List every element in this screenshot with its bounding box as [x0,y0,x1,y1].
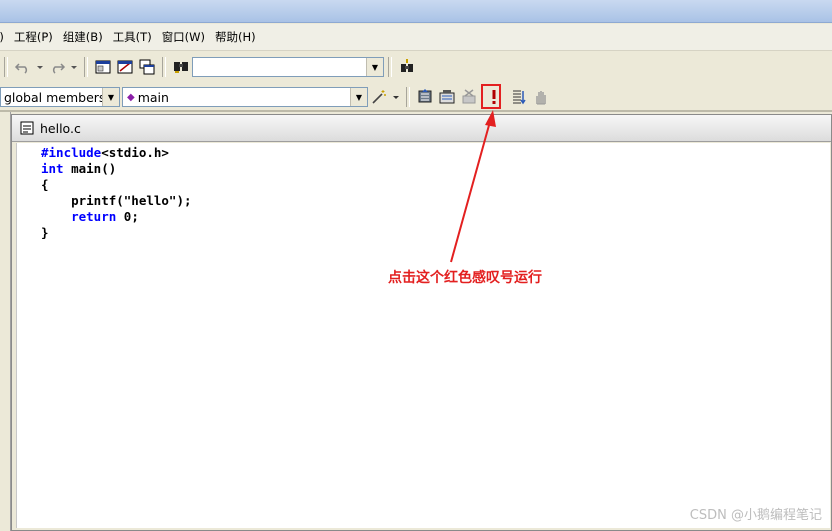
redo-button[interactable] [47,57,67,77]
output-button[interactable] [115,57,135,77]
window-list-button[interactable] [137,57,157,77]
code-line[interactable]: { [41,177,192,193]
annotation-label: 点击这个红色感叹号运行 [388,270,542,286]
menu-partial[interactable]: I) [0,30,4,44]
chevron-down-icon [71,66,77,69]
chevron-down-icon[interactable]: ▼ [350,88,367,106]
go-button[interactable] [509,87,529,107]
stop-build-button[interactable] [459,87,479,107]
scope-combo-value: global members [4,89,102,105]
code-text: printf("hello"); [41,193,192,208]
member-combo-value: main [137,89,169,105]
code-line[interactable]: printf("hello"); [41,193,192,209]
standard-toolbar: ▼ [0,54,832,80]
find-combo[interactable]: ▼ [192,57,384,77]
build-icon [439,90,455,104]
breakpoint-button[interactable] [531,87,551,107]
execute-button-highlight [481,84,501,109]
chevron-down-icon [37,66,43,69]
wizard-action-dropdown[interactable] [391,87,401,107]
workspace-icon [95,60,111,74]
method-icon: ◆ [127,91,135,103]
build-button[interactable] [437,87,457,107]
redo-dropdown[interactable] [69,57,79,77]
stop-build-icon [462,89,476,104]
code-keyword: return [71,209,117,224]
editor-gutter [17,143,39,528]
toolbar-separator [4,57,8,77]
menu-build[interactable]: 组建(B) [63,29,103,45]
editor-filename: hello.c [40,120,81,136]
scope-combo[interactable]: global members ▼ [0,87,120,107]
wizard-action-button[interactable] [369,87,389,107]
find-in-files-button[interactable] [171,57,191,77]
code-editor[interactable]: #include<stdio.h> int main(){ printf("hel… [16,143,830,528]
output-icon [117,60,133,74]
editor-window: hello.c #include<stdio.h> int main(){ pri… [11,114,832,531]
code-text: <stdio.h> [101,145,169,160]
watermark: CSDN @小鹅编程笔记 [689,508,822,523]
menu-help[interactable]: 帮助(H) [215,29,256,45]
code-line[interactable]: return 0; [41,209,192,225]
code-keyword: #include [41,145,102,160]
toolbar-separator [406,87,410,107]
source-code[interactable]: #include<stdio.h> int main(){ printf("hel… [41,145,192,241]
undo-icon [14,63,28,74]
windows-icon [139,59,155,75]
menu-project[interactable]: 工程(P) [14,29,53,45]
wizardbar-toolbar: global members ▼ ◆ main ▼ [0,84,832,112]
undo-dropdown[interactable] [35,57,45,77]
binoculars-icon [401,59,413,72]
code-text: 0; [116,209,139,224]
chevron-down-icon [393,96,399,99]
toolbar-separator [162,57,166,77]
menu-tools[interactable]: 工具(T) [113,29,152,45]
redo-icon [52,63,66,74]
workspace-pane-edge [0,112,11,531]
code-line[interactable]: } [41,225,192,241]
menu-bar: I) 工程(P) 组建(B) 工具(T) 窗口(W) 帮助(H) [0,24,832,51]
code-text: } [41,225,49,240]
code-line[interactable]: #include<stdio.h> [41,145,192,161]
editor-title: hello.c [12,115,831,142]
magic-wand-icon [372,90,386,104]
code-text: { [41,177,49,192]
binoculars-icon [174,62,188,73]
undo-button[interactable] [13,57,33,77]
code-keyword: int [41,161,64,176]
toolbar-separator [388,57,392,77]
toolbar-separator [84,57,88,77]
compile-icon [418,89,432,103]
workspace-button[interactable] [93,57,113,77]
code-line[interactable]: int main() [41,161,192,177]
chevron-down-icon[interactable]: ▼ [366,58,383,76]
source-file-icon [20,121,34,135]
member-combo[interactable]: ◆ main ▼ [122,87,368,107]
window-titlebar [0,0,832,23]
chevron-down-icon[interactable]: ▼ [102,88,119,106]
menu-window[interactable]: 窗口(W) [162,29,205,45]
go-debug-icon [513,90,526,105]
find-button[interactable] [397,57,417,77]
hand-icon [536,91,546,105]
code-text: main() [63,161,117,176]
compile-button[interactable] [415,87,435,107]
